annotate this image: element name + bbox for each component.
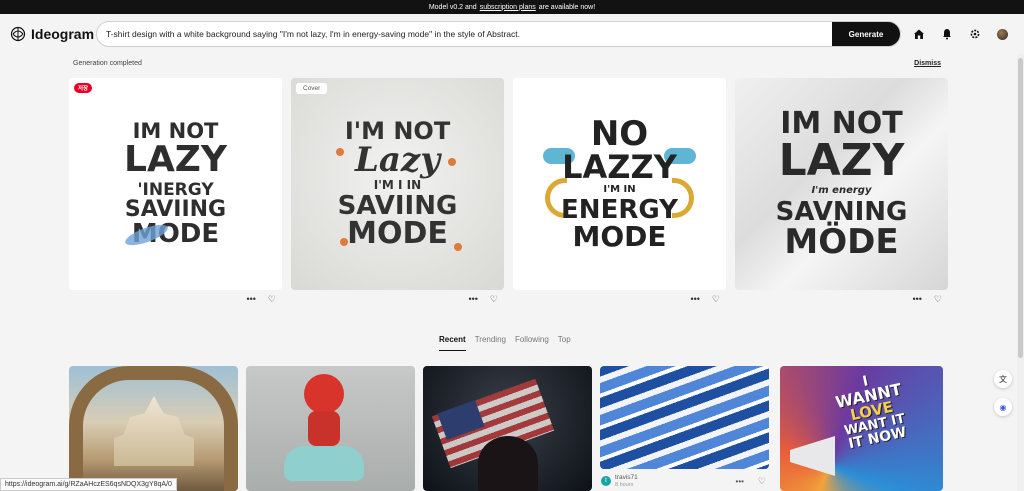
ideogram-logo-icon	[10, 26, 26, 42]
generation-results: 저장 IM NOT LAZY 'INERGY SAVIING MODE ••• …	[69, 78, 948, 308]
more-icon[interactable]: •••	[912, 294, 921, 304]
more-icon[interactable]: •••	[736, 477, 744, 486]
header: Ideogram Generate	[0, 14, 1024, 54]
more-icon[interactable]: •••	[468, 294, 477, 304]
generated-image[interactable]: Cover I'M NOT Lazy I'M I IN SAVIING MODE	[291, 78, 504, 290]
shirt-design-text: IM NOT LAZY 'INERGY SAVIING MODE	[124, 121, 227, 248]
author-name[interactable]: travis71	[615, 474, 638, 481]
heart-icon[interactable]: ♡	[268, 294, 276, 305]
dismiss-link[interactable]: Dismiss	[914, 60, 941, 67]
character-head	[304, 374, 344, 414]
character-body	[308, 411, 340, 446]
generation-card: NO LAZZY I'M IN ENERGY MODE ••• ♡	[513, 78, 726, 308]
design-line: NO	[590, 114, 649, 154]
logo[interactable]: Ideogram	[10, 26, 96, 42]
shirt-design-text: I'M NOT Lazy I'M I IN SAVIING MODE	[338, 119, 458, 249]
translate-icon[interactable]: 文	[994, 370, 1012, 388]
generation-status: Generation completed Dismiss	[73, 60, 941, 67]
heart-icon[interactable]: ♡	[712, 294, 720, 305]
shirt-design-text: NO LAZZY I'M IN ENERGY MODE	[561, 117, 678, 251]
heart-icon[interactable]: ♡	[490, 294, 498, 305]
girl-hair	[478, 436, 538, 491]
tab-top[interactable]: Top	[558, 335, 571, 351]
design-line: I'm energy	[811, 185, 872, 196]
link-preview-url: https://ideogram.ai/g/RZaAHczES6qsNDQX3g…	[0, 478, 177, 491]
design-line: I'M IN	[603, 184, 636, 195]
megaphone-shape	[790, 436, 835, 476]
design-line: SAVIING	[124, 197, 227, 222]
card-actions: ••• ♡	[735, 290, 948, 308]
orange-dots-decoration	[336, 148, 344, 156]
more-icon[interactable]: •••	[246, 294, 255, 304]
design-line: LAZY	[778, 135, 905, 186]
design-line: LAZY	[124, 139, 227, 180]
tab-trending[interactable]: Trending	[475, 335, 506, 351]
shirt-design-text: IM NOT LAZY I'm energy SAVNING MÖDE	[776, 109, 908, 262]
generate-button[interactable]: Generate	[832, 22, 900, 46]
image-feed: I WANNT LOVE WANT IT IT NOW t travis71 8…	[69, 366, 949, 491]
design-line: MODE	[572, 220, 667, 253]
assistant-icon[interactable]: ◉	[994, 398, 1012, 416]
banner-text: Model v0.2 and	[428, 3, 477, 11]
feed-image-blue-waves[interactable]	[600, 366, 769, 469]
card-actions: ••• ♡	[291, 290, 504, 308]
bell-icon[interactable]	[941, 28, 953, 40]
gear-icon[interactable]	[969, 28, 981, 40]
banner-text-end: are available now!	[538, 3, 596, 11]
feed-item-meta: t travis71 8 hours ••• ♡	[601, 471, 770, 491]
nav-icons	[913, 28, 1008, 40]
feed-image-megaphone[interactable]: I WANNT LOVE WANT IT IT NOW	[780, 366, 943, 491]
feed-image-temple[interactable]	[69, 366, 238, 491]
design-line: MODE	[347, 216, 448, 251]
arch-frame	[69, 366, 238, 491]
post-time: 8 hours	[615, 481, 634, 488]
feed-image-flag-girl[interactable]	[423, 366, 592, 491]
status-message: Generation completed	[73, 60, 142, 67]
announcement-banner: Model v0.2 and subscription plans are av…	[0, 0, 1024, 14]
logo-text: Ideogram	[31, 26, 95, 42]
design-line: MÖDE	[784, 222, 899, 262]
subscription-plans-link[interactable]: subscription plans	[480, 4, 536, 11]
card-actions: ••• ♡	[513, 290, 726, 308]
generated-image[interactable]: IM NOT LAZY I'm energy SAVNING MÖDE	[735, 78, 948, 290]
card-actions: ••• ♡	[69, 290, 282, 308]
heart-icon[interactable]: ♡	[758, 476, 766, 487]
more-icon[interactable]: •••	[690, 294, 699, 304]
save-badge[interactable]: 저장	[74, 83, 93, 93]
tab-following[interactable]: Following	[515, 335, 549, 351]
author-avatar[interactable]: t	[601, 476, 611, 486]
design-line: I'M I IN	[373, 178, 422, 192]
generation-card: 저장 IM NOT LAZY 'INERGY SAVIING MODE ••• …	[69, 78, 282, 308]
generation-card: Cover I'M NOT Lazy I'M I IN SAVIING MODE…	[291, 78, 504, 308]
feed-image-scooter-character[interactable]	[246, 366, 415, 491]
tab-recent[interactable]: Recent	[439, 335, 466, 351]
scooter	[284, 446, 364, 481]
feed-tabs: Recent Trending Following Top	[439, 335, 571, 351]
cover-badge: Cover	[296, 83, 328, 94]
author-info: travis71 8 hours	[615, 474, 638, 488]
design-line: LAZZY	[562, 148, 677, 186]
design-line: Lazy	[355, 140, 440, 180]
generation-card: IM NOT LAZY I'm energy SAVNING MÖDE ••• …	[735, 78, 948, 308]
user-avatar[interactable]	[997, 28, 1008, 40]
generated-image[interactable]: 저장 IM NOT LAZY 'INERGY SAVIING MODE	[69, 78, 282, 290]
heart-icon[interactable]: ♡	[934, 294, 942, 305]
poster-text: I WANNT LOVE WANT IT IT NOW	[831, 368, 912, 452]
generated-image[interactable]: NO LAZZY I'M IN ENERGY MODE	[513, 78, 726, 290]
prompt-bar: Generate	[96, 21, 901, 47]
scrollbar-thumb[interactable]	[1018, 58, 1023, 358]
prompt-input[interactable]	[97, 29, 832, 39]
home-icon[interactable]	[913, 28, 925, 40]
